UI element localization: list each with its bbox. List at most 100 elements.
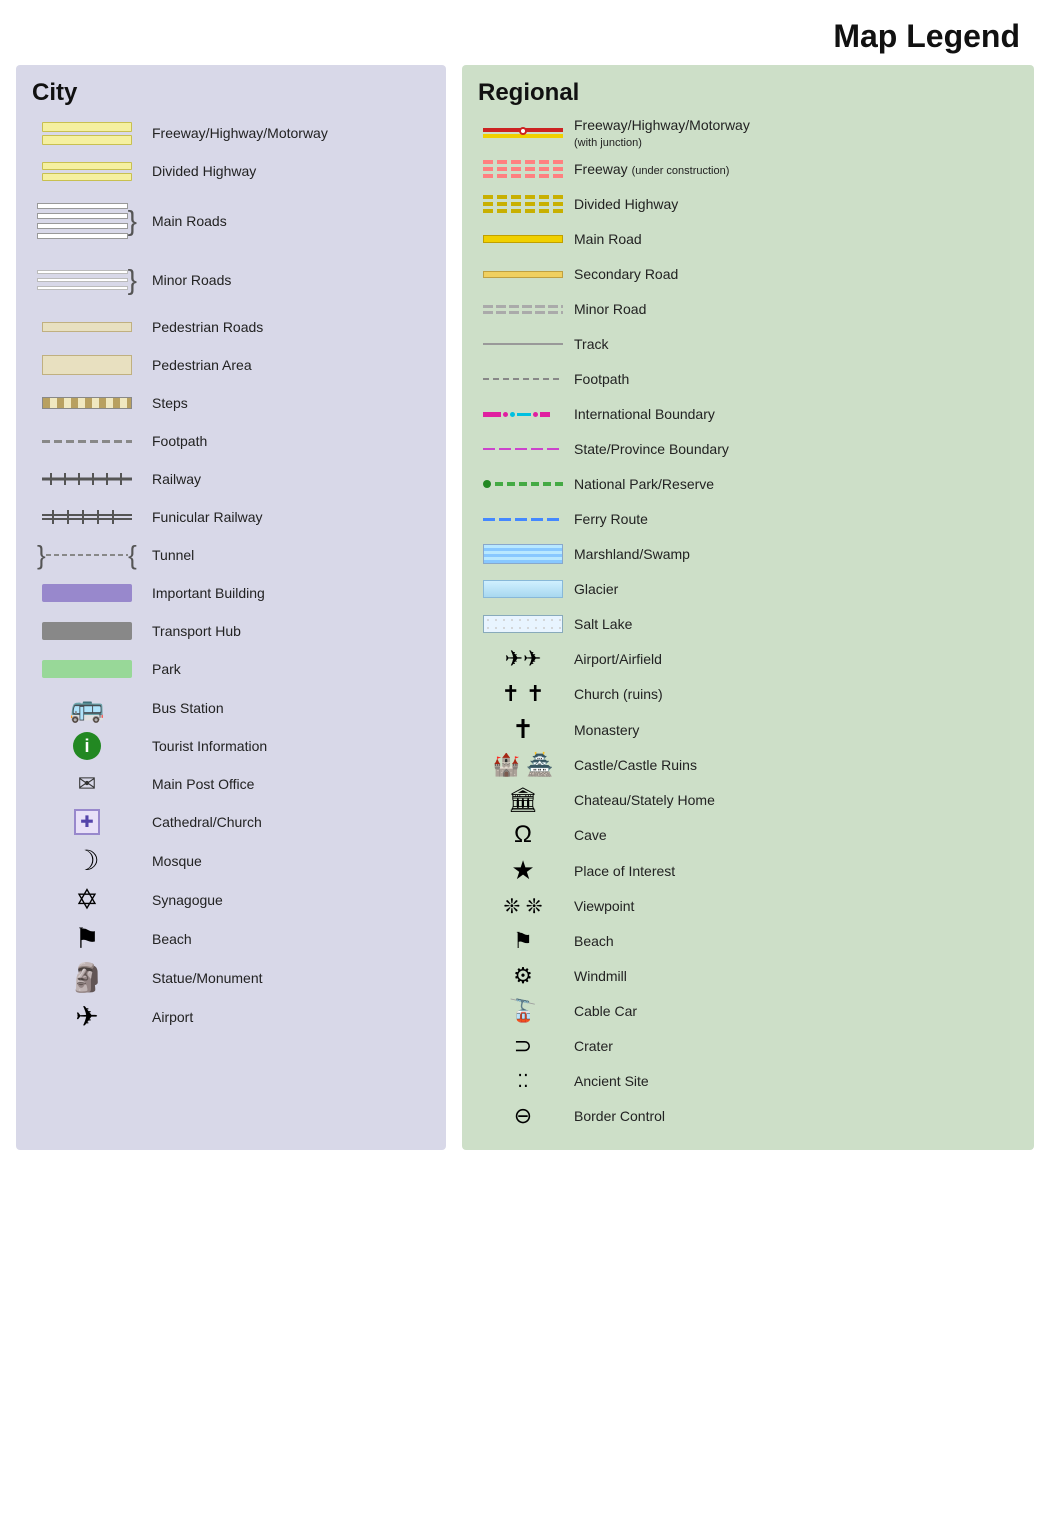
divided-hwy-reg-label: Divided Highway: [568, 196, 678, 212]
list-item: Freeway/Highway/Motorway (with junction): [478, 117, 1018, 149]
crater-symbol: ⊃: [478, 1033, 568, 1059]
transport-hub-label: Transport Hub: [142, 623, 241, 639]
tunnel-symbol: } }: [32, 540, 142, 571]
freeway-reg-symbol: [478, 126, 568, 140]
minor-roads-city-label: Minor Roads: [142, 272, 231, 288]
list-item: ✝ Monastery: [478, 714, 1018, 745]
city-panel: City Freeway/Highway/Motorway Divided Hi…: [16, 65, 446, 1150]
viewpoint-icon: ❊ ❊: [503, 894, 542, 919]
railway-label: Railway: [142, 471, 201, 487]
poi-label: Place of Interest: [568, 863, 675, 879]
bus-station-symbol: 🚌: [32, 691, 142, 724]
minor-roads-bracket: }: [128, 266, 137, 294]
freeway-uc-symbol: [478, 160, 568, 178]
cathedral-label: Cathedral/Church: [142, 814, 262, 830]
chateau-label: Chateau/Stately Home: [568, 792, 715, 808]
airport-city-label: Airport: [142, 1009, 193, 1025]
viewpoint-label: Viewpoint: [568, 898, 634, 914]
viewpoint-symbol: ❊ ❊: [478, 894, 568, 919]
beach-reg-icon: ⚑: [513, 928, 533, 954]
list-item: 🚌 Bus Station: [32, 691, 430, 724]
airport-airfield-label: Airport/Airfield: [568, 651, 662, 667]
windmill-label: Windmill: [568, 968, 627, 984]
castle-symbol: 🏰 🏯: [478, 752, 568, 778]
tunnel-right-bracket: }: [128, 540, 137, 571]
list-item: ✝ ✝ Church (ruins): [478, 679, 1018, 709]
list-item: Steps: [32, 387, 430, 419]
border-control-label: Border Control: [568, 1108, 665, 1124]
poi-symbol: ★: [478, 855, 568, 886]
city-title: City: [32, 79, 430, 107]
ferry-route-label: Ferry Route: [568, 511, 648, 527]
list-item: Minor Road: [478, 294, 1018, 324]
church-ruins-label: Church (ruins): [568, 686, 663, 702]
intl-boundary-symbol: [478, 412, 568, 417]
list-item: Footpath: [478, 364, 1018, 394]
minor-road-reg-label: Minor Road: [568, 301, 646, 317]
track-symbol: [478, 343, 568, 345]
cave-icon: Ω: [514, 821, 532, 849]
natl-park-label: National Park/Reserve: [568, 476, 714, 492]
freeway-city-label: Freeway/Highway/Motorway: [142, 125, 328, 141]
info-icon: i: [73, 732, 101, 760]
chateau-icon: 🏛: [508, 786, 538, 815]
list-item: International Boundary: [478, 399, 1018, 429]
divided-hwy-city-label: Divided Highway: [142, 163, 256, 179]
freeway-reg-label: Freeway/Highway/Motorway (with junction): [568, 117, 750, 149]
cave-label: Cave: [568, 827, 607, 843]
beach-city-label: Beach: [142, 931, 192, 947]
list-item: i Tourist Information: [32, 730, 430, 762]
list-item: ✚ Cathedral/Church: [32, 806, 430, 838]
list-item: Salt Lake: [478, 609, 1018, 639]
transport-hub-symbol: [32, 622, 142, 640]
bus-icon: 🚌: [70, 691, 105, 724]
list-item: Marshland/Swamp: [478, 539, 1018, 569]
list-item: ⊖ Border Control: [478, 1101, 1018, 1131]
list-item: Divided Highway: [32, 155, 430, 187]
footpath-reg-symbol: [478, 378, 568, 380]
beach-reg-symbol: ⚑: [478, 928, 568, 954]
list-item: ⚙ Windmill: [478, 961, 1018, 991]
sec-road-symbol: [478, 271, 568, 278]
cross-ruins-icon: ✝ ✝: [502, 681, 545, 707]
crater-label: Crater: [568, 1038, 613, 1054]
star-of-david-icon: ✡: [75, 883, 98, 916]
freeway-city-symbol: [32, 122, 142, 145]
list-item: Important Building: [32, 577, 430, 609]
bus-station-label: Bus Station: [142, 700, 224, 716]
tunnel-label: Tunnel: [142, 547, 194, 563]
airport-city-symbol: ✈: [32, 1000, 142, 1033]
chateau-symbol: 🏛: [478, 786, 568, 815]
cable-car-label: Cable Car: [568, 1003, 637, 1019]
monastery-cross-icon: ✝: [512, 714, 534, 745]
cave-symbol: Ω: [478, 821, 568, 849]
post-office-label: Main Post Office: [142, 776, 254, 792]
cable-car-icon: 🚡: [509, 998, 536, 1024]
list-item: Secondary Road: [478, 259, 1018, 289]
steps-label: Steps: [142, 395, 188, 411]
mosque-label: Mosque: [142, 853, 202, 869]
main-road-reg-label: Main Road: [568, 231, 642, 247]
state-boundary-symbol: [478, 448, 568, 450]
ped-area-label: Pedestrian Area: [142, 357, 252, 373]
list-item: Pedestrian Area: [32, 349, 430, 381]
cable-car-symbol: 🚡: [478, 998, 568, 1024]
list-item: ★ Place of Interest: [478, 855, 1018, 886]
ped-roads-symbol: [32, 322, 142, 332]
sec-road-label: Secondary Road: [568, 266, 678, 282]
statue-symbol: 🗿: [32, 961, 142, 994]
imp-building-label: Important Building: [142, 585, 265, 601]
railway-symbol: [32, 473, 142, 485]
regional-title: Regional: [478, 79, 1018, 107]
envelope-icon: ✉: [78, 771, 96, 797]
castle-label: Castle/Castle Ruins: [568, 757, 697, 773]
church-ruins-symbol: ✝ ✝: [478, 681, 568, 707]
natl-park-symbol: [478, 480, 568, 488]
statue-label: Statue/Monument: [142, 970, 263, 986]
glacier-symbol: [478, 580, 568, 598]
list-item: Footpath: [32, 425, 430, 457]
footpath-label: Footpath: [142, 433, 207, 449]
beach-flag-icon: ⚑: [74, 922, 99, 955]
salt-lake-label: Salt Lake: [568, 616, 632, 632]
tunnel-left-bracket: }: [37, 540, 46, 571]
